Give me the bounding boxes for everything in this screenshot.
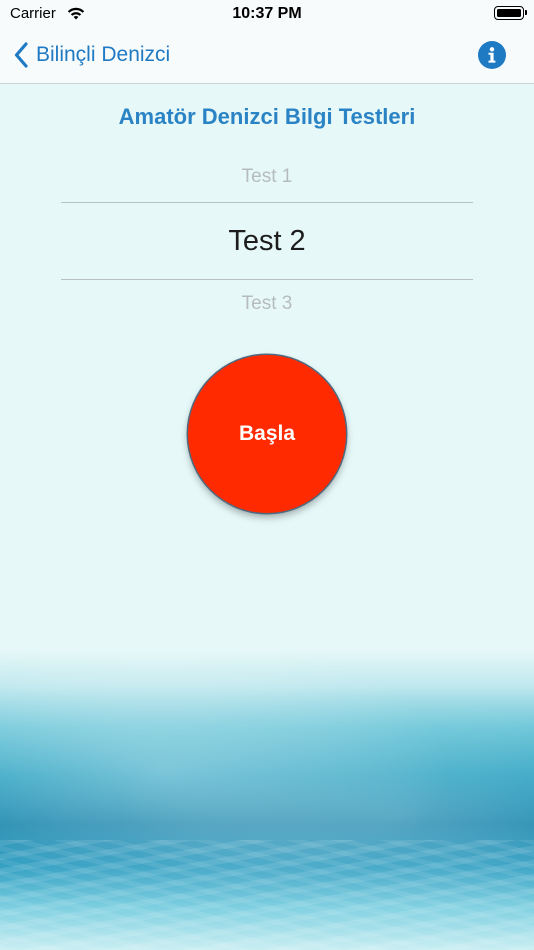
ocean-background	[0, 650, 534, 950]
chevron-left-icon	[14, 42, 28, 68]
back-button[interactable]: Bilinçli Denizci	[14, 38, 170, 72]
navigation-bar: Bilinçli Denizci	[0, 28, 534, 84]
picker-option[interactable]: Test 1	[61, 166, 473, 188]
back-button-label: Bilinçli Denizci	[36, 43, 171, 66]
picker-option-selected[interactable]: Test 2	[61, 225, 473, 258]
picker-selection-line-top	[61, 202, 473, 203]
picker-option[interactable]: Test 3	[61, 293, 473, 315]
page-title: Amatör Denizci Bilgi Testleri	[118, 104, 416, 129]
start-button[interactable]: Başla	[188, 355, 346, 513]
status-bar: Carrier 10:37 PM	[0, 0, 534, 28]
test-picker[interactable]: Test 1 Test 2 Test 3	[61, 152, 473, 327]
battery-icon	[494, 6, 527, 20]
picker-selection-line-bottom	[61, 279, 473, 280]
start-button-label: Başla	[238, 422, 296, 445]
info-icon	[488, 47, 496, 63]
status-time: 10:37 PM	[232, 5, 302, 22]
info-button[interactable]	[478, 41, 506, 69]
